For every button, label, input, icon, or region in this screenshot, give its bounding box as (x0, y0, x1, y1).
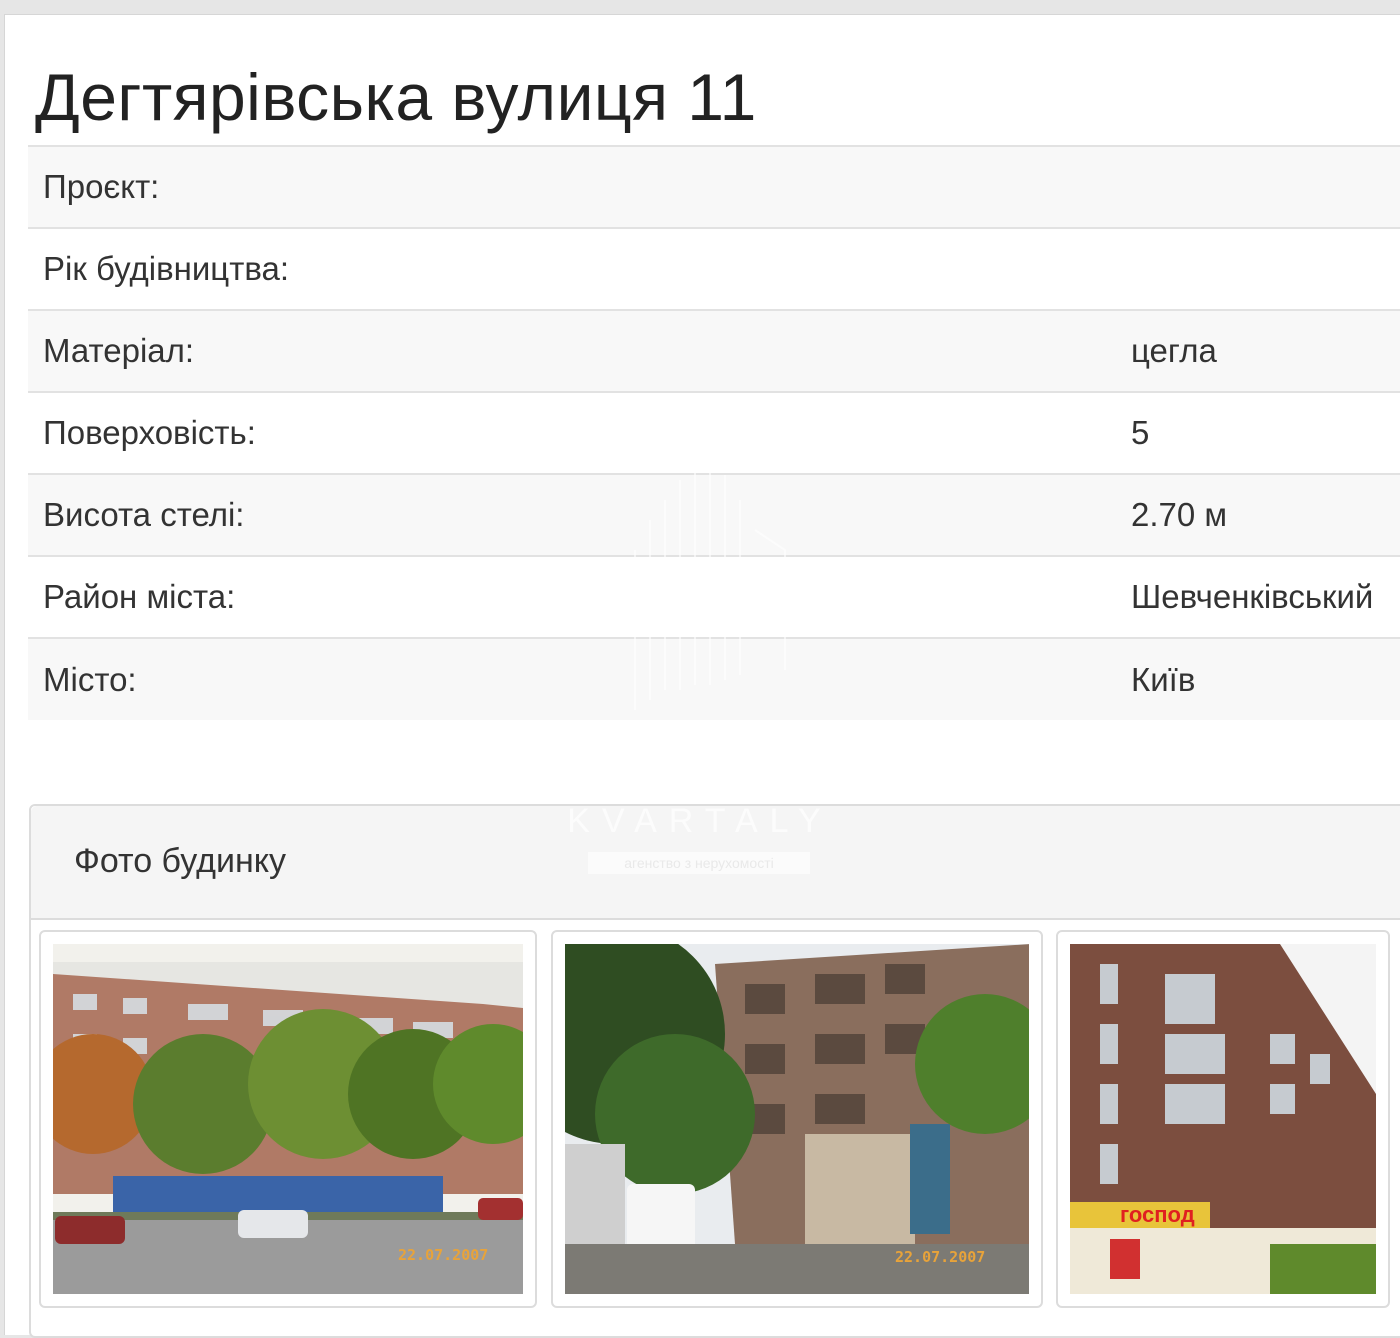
spec-label-floors: Поверховість: (28, 391, 1115, 474)
page-title: Дегтярівська вулиця 11 (35, 60, 757, 134)
building-photo-1: 22.07.2007 (53, 944, 523, 1294)
spec-value-floors: 5 (1115, 391, 1400, 474)
spec-value-ceiling-height: 2.70 м (1115, 473, 1400, 556)
panel-heading: Фото будинку (31, 806, 1400, 920)
building-photo-2-image: 22.07.2007 (565, 944, 1029, 1294)
building-specs-table: Проєкт: Рік будівництва: Матеріал: цегла… (28, 145, 1400, 720)
photo-thumbnail-2[interactable]: 22.07.2007 (551, 930, 1043, 1308)
spec-label-district: Район міста: (28, 555, 1115, 638)
building-photo-2: 22.07.2007 (565, 944, 1029, 1294)
table-row: Рік будівництва: (28, 227, 1400, 310)
photo-thumbnail-1[interactable]: 22.07.2007 (39, 930, 537, 1308)
spec-value-year (1115, 227, 1400, 310)
table-row: Поверховість: 5 (28, 391, 1400, 474)
building-photo-3-image: господ (1070, 944, 1376, 1294)
building-photo-3: господ (1070, 944, 1376, 1294)
table-row: Проєкт: (28, 145, 1400, 228)
house-photos-panel: Фото будинку 22.07.2007 22.07.2007 госпо… (29, 804, 1400, 1338)
panel-title: Фото будинку (74, 842, 287, 880)
spec-label-ceiling-height: Висота стелі: (28, 473, 1115, 556)
spec-value-material: цегла (1115, 309, 1400, 392)
table-row: Висота стелі: 2.70 м (28, 473, 1400, 556)
spec-label-material: Матеріал: (28, 309, 1115, 392)
shop-sign-text: господ (1120, 1202, 1195, 1227)
table-row: Матеріал: цегла (28, 309, 1400, 392)
photo-thumbnail-3[interactable]: господ (1056, 930, 1390, 1308)
spec-value-city: Київ (1115, 637, 1400, 720)
photo-date-stamp: 22.07.2007 (398, 1246, 488, 1264)
spec-label-project: Проєкт: (28, 145, 1115, 228)
spec-value-district: Шевченківський (1115, 555, 1400, 638)
building-photo-1-image: 22.07.2007 (53, 944, 523, 1294)
spec-value-project (1115, 145, 1400, 228)
spec-label-year: Рік будівництва: (28, 227, 1115, 310)
spec-label-city: Місто: (28, 637, 1115, 720)
table-row: Місто: Київ (28, 637, 1400, 720)
photo-date-stamp: 22.07.2007 (895, 1248, 985, 1266)
table-row: Район міста: Шевченківський (28, 555, 1400, 638)
page: Дегтярівська вулиця 11 Проєкт: Рік будів… (4, 14, 1400, 1338)
